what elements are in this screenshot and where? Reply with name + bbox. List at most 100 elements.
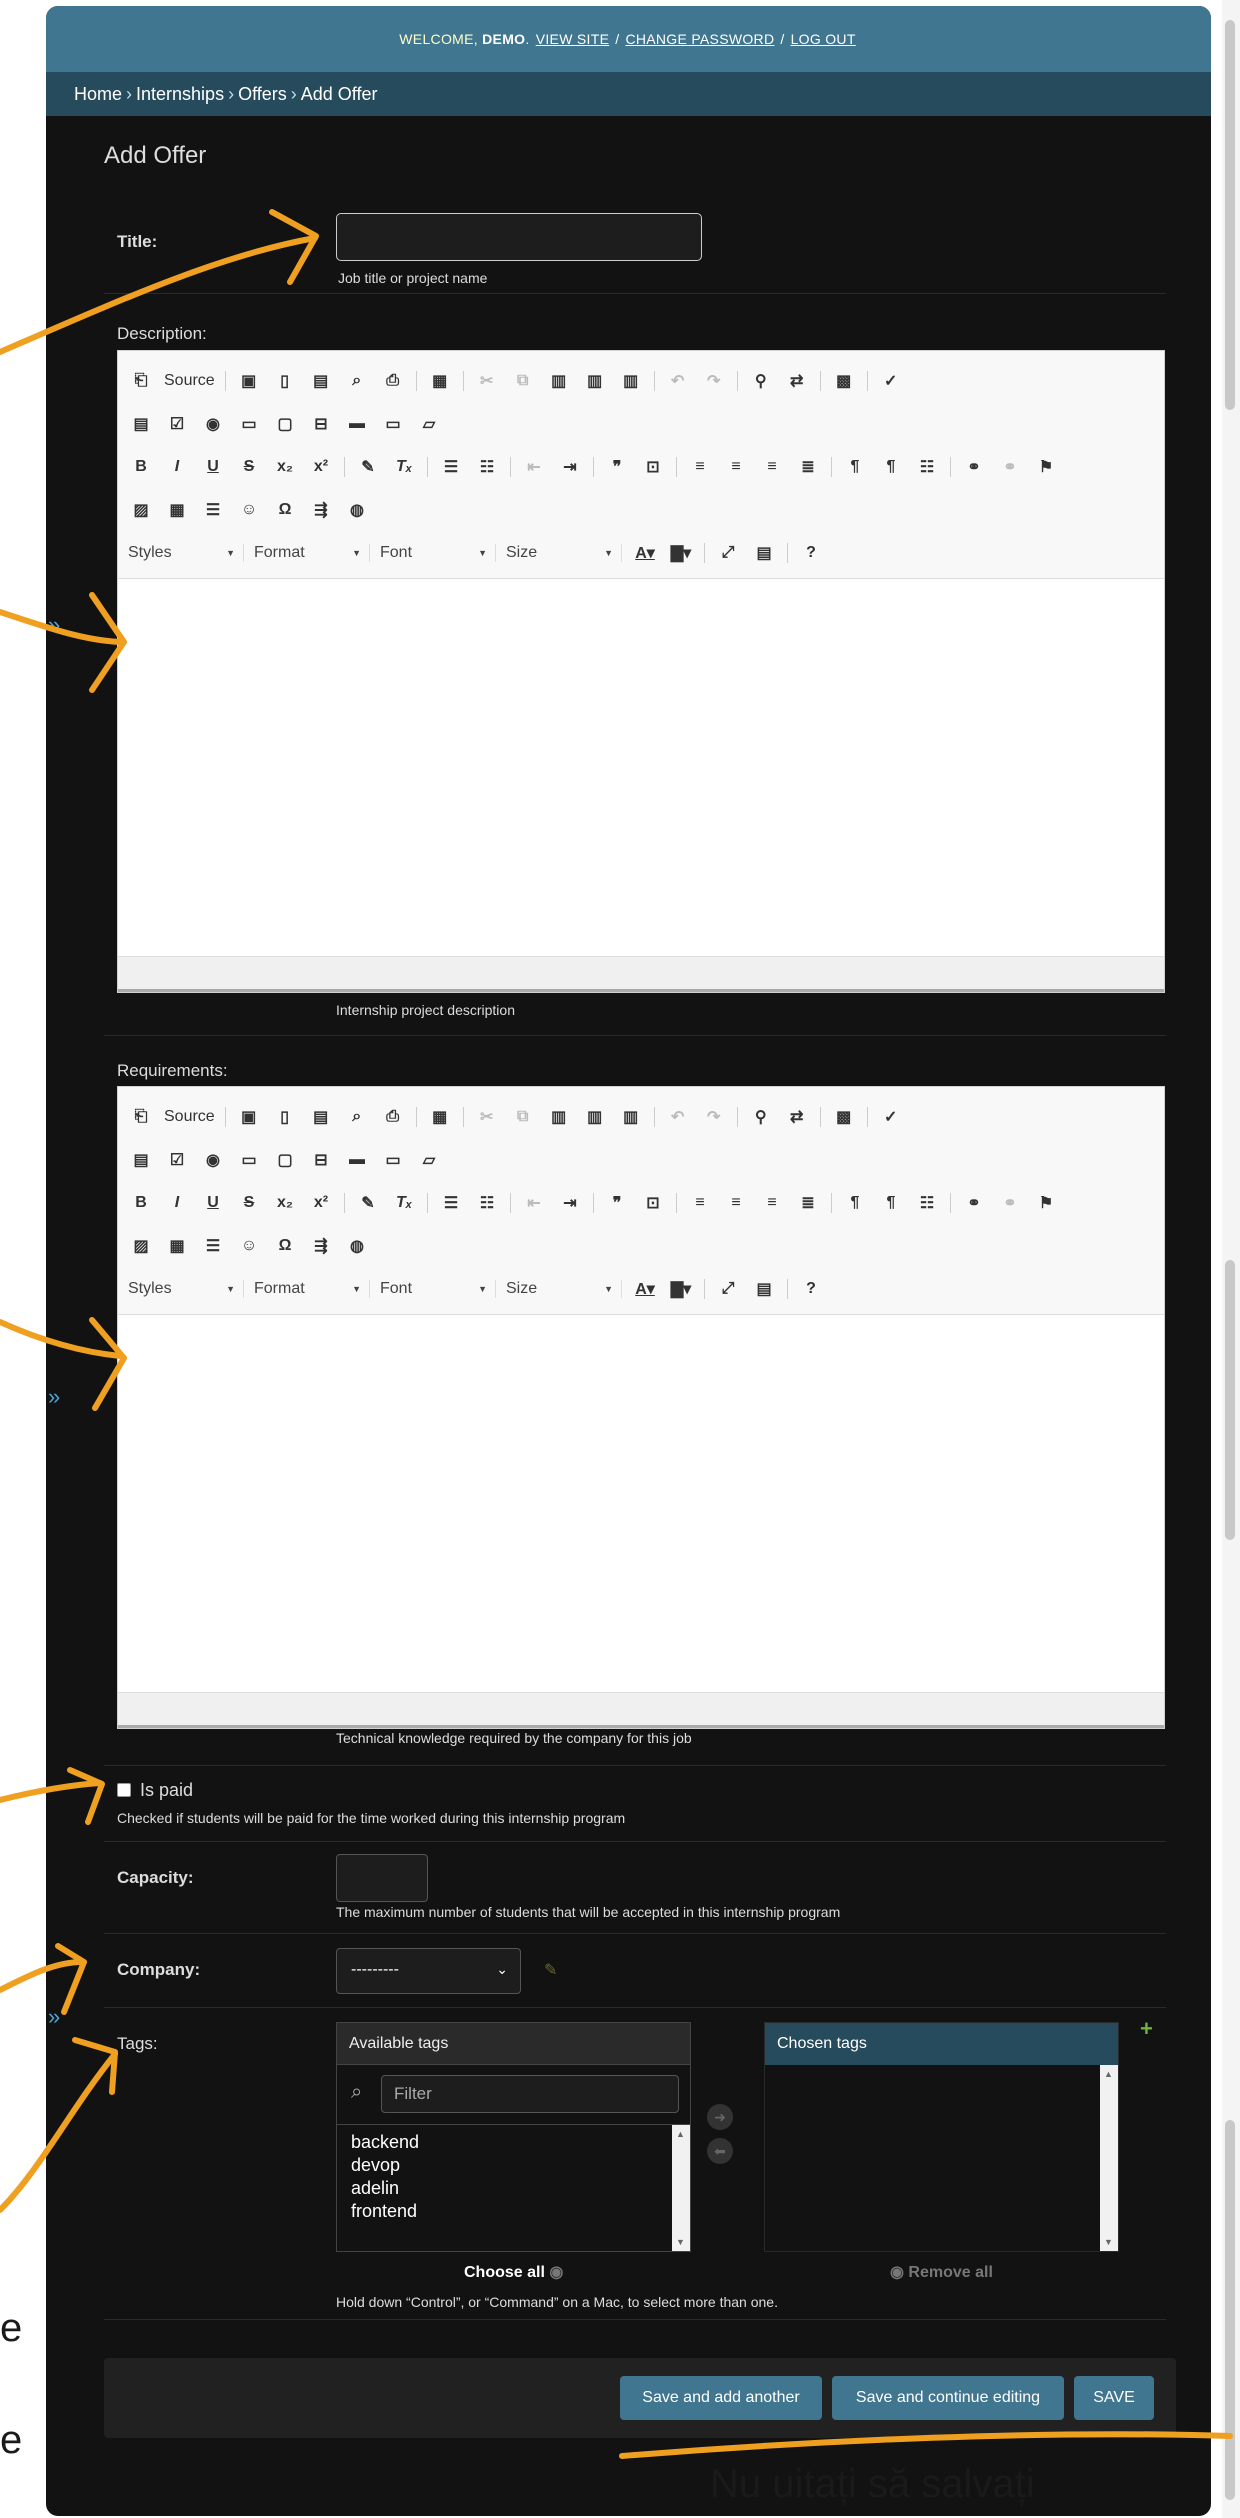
log-out-link[interactable]: LOG OUT (791, 31, 856, 47)
list-item[interactable]: adelin (337, 2177, 690, 2200)
requirements-content-area[interactable] (118, 1314, 1164, 1692)
page-scrollbar[interactable] (1222, 0, 1240, 2518)
list-item[interactable]: backend (337, 2131, 690, 2154)
spellcheck-icon[interactable]: ✓ (878, 370, 904, 392)
print-icon[interactable]: ⎙ (380, 1106, 406, 1128)
save-icon[interactable]: ▣ (236, 1106, 262, 1128)
outdent-icon[interactable]: ⇤ (521, 456, 547, 478)
styles-combo[interactable]: Styles ▼ (128, 543, 244, 562)
form-icon[interactable]: ▤ (128, 1149, 154, 1171)
company-select[interactable]: --------- ⌄ (336, 1948, 521, 1994)
paste-icon[interactable]: ▥ (546, 1106, 572, 1128)
select-field-icon[interactable]: ⊟ (308, 1149, 334, 1171)
anchor-flag-icon[interactable]: ⚑ (1033, 1192, 1059, 1214)
bulleted-list-icon[interactable]: ☷ (474, 456, 500, 478)
font-combo[interactable]: Font ▼ (380, 543, 496, 562)
special-char-icon[interactable]: Ω (272, 499, 298, 521)
styles-combo[interactable]: Styles ▼ (128, 1279, 244, 1298)
cut-icon[interactable]: ✂ (474, 1106, 500, 1128)
bulleted-list-icon[interactable]: ☷ (474, 1192, 500, 1214)
change-password-link[interactable]: CHANGE PASSWORD (625, 31, 774, 47)
button-field-icon[interactable]: ▬ (344, 413, 370, 435)
font-combo[interactable]: Font ▼ (380, 1279, 496, 1298)
iframe-icon[interactable]: ◍ (344, 499, 370, 521)
align-right-icon[interactable]: ≡ (759, 1192, 785, 1214)
size-combo[interactable]: Size ▼ (506, 543, 622, 562)
rtl-icon[interactable]: ¶ (878, 456, 904, 478)
image-button-icon[interactable]: ▭ (380, 1149, 406, 1171)
available-tags-scrollbar[interactable]: ▲ ▼ (672, 2125, 690, 2251)
radio-icon[interactable]: ◉ (200, 413, 226, 435)
language-icon[interactable]: ☷ (914, 1192, 940, 1214)
blockquote-icon[interactable]: ❞ (604, 456, 630, 478)
textarea-icon[interactable]: ▢ (272, 413, 298, 435)
align-center-icon[interactable]: ≡ (723, 456, 749, 478)
source-button[interactable]: Source (164, 372, 215, 390)
button-field-icon[interactable]: ▬ (344, 1149, 370, 1171)
underline-icon[interactable]: U (200, 1192, 226, 1214)
select-all-icon[interactable]: ▩ (831, 1106, 857, 1128)
save-continue-button[interactable]: Save and continue editing (832, 2376, 1064, 2420)
bold-icon[interactable]: B (128, 456, 154, 478)
special-char-icon[interactable]: Ω (272, 1235, 298, 1257)
chosen-tags-scrollbar[interactable]: ▲ ▼ (1100, 2065, 1118, 2251)
numbered-list-icon[interactable]: ☰ (438, 1192, 464, 1214)
copy-icon[interactable]: ⧉ (510, 1106, 536, 1128)
image-icon[interactable]: ▨ (128, 1235, 154, 1257)
source-icon[interactable]: ⎗ (128, 1106, 154, 1128)
find-icon[interactable]: ⚲ (748, 1106, 774, 1128)
page-break-icon[interactable]: ⇶ (308, 1235, 334, 1257)
templates-icon[interactable]: ▦ (427, 1106, 453, 1128)
unlink-icon[interactable]: ⚭ (997, 1192, 1023, 1214)
radio-icon[interactable]: ◉ (200, 1149, 226, 1171)
add-tag-arrow-icon[interactable]: ➜ (707, 2104, 733, 2130)
iframe-icon[interactable]: ◍ (344, 1235, 370, 1257)
remove-all-link[interactable]: ◉ Remove all (890, 2262, 993, 2282)
scrollbar-thumb[interactable] (1225, 20, 1235, 410)
table-icon[interactable]: ▦ (164, 499, 190, 521)
redo-icon[interactable]: ↷ (701, 370, 727, 392)
source-button[interactable]: Source (164, 1108, 215, 1126)
nav-toggle-icon[interactable]: » (48, 612, 60, 638)
paste-text-icon[interactable]: ▥ (582, 1106, 608, 1128)
link-icon[interactable]: ⚭ (961, 456, 987, 478)
view-site-link[interactable]: VIEW SITE (536, 31, 610, 47)
nav-toggle-icon[interactable]: » (48, 2004, 60, 2030)
size-combo[interactable]: Size ▼ (506, 1279, 622, 1298)
breadcrumb-offers[interactable]: Offers (238, 84, 287, 105)
textfield-icon[interactable]: ▭ (236, 1149, 262, 1171)
show-blocks-icon[interactable]: ▤ (751, 1278, 777, 1300)
format-combo[interactable]: Format ▼ (254, 1279, 370, 1298)
remove-format-icon[interactable]: Tₓ (391, 456, 417, 478)
nav-toggle-icon[interactable]: » (48, 1384, 60, 1410)
available-tags-list[interactable]: backend devop adelin frontend ▲ ▼ (337, 2125, 690, 2251)
smiley-icon[interactable]: ☺ (236, 499, 262, 521)
italic-icon[interactable]: I (164, 1192, 190, 1214)
div-icon[interactable]: ⊡ (640, 456, 666, 478)
breadcrumb-home[interactable]: Home (74, 84, 122, 105)
align-center-icon[interactable]: ≡ (723, 1192, 749, 1214)
scrollbar-thumb[interactable] (1225, 2120, 1235, 2500)
indent-icon[interactable]: ⇥ (557, 456, 583, 478)
help-icon[interactable]: ? (798, 542, 824, 564)
maximize-icon[interactable]: ⤢ (715, 542, 741, 564)
table-icon[interactable]: ▦ (164, 1235, 190, 1257)
save-icon[interactable]: ▣ (236, 370, 262, 392)
copy-icon[interactable]: ⧉ (510, 370, 536, 392)
format-combo[interactable]: Format ▼ (254, 543, 370, 562)
pdf-icon[interactable]: ▤ (308, 1106, 334, 1128)
select-all-icon[interactable]: ▩ (831, 370, 857, 392)
add-tag-plus-icon[interactable]: + (1140, 2016, 1153, 2042)
underline-icon[interactable]: U (200, 456, 226, 478)
preview-icon[interactable]: ⌕ (344, 1106, 370, 1128)
redo-icon[interactable]: ↷ (701, 1106, 727, 1128)
div-icon[interactable]: ⊡ (640, 1192, 666, 1214)
checkbox-icon[interactable]: ☑ (164, 1149, 190, 1171)
save-add-another-button[interactable]: Save and add another (620, 2376, 822, 2420)
description-content-area[interactable] (118, 578, 1164, 956)
paste-icon[interactable]: ▥ (546, 370, 572, 392)
chosen-tags-list[interactable]: ▲ ▼ (765, 2065, 1118, 2251)
undo-icon[interactable]: ↶ (665, 1106, 691, 1128)
new-page-icon[interactable]: ▯ (272, 1106, 298, 1128)
superscript-icon[interactable]: x² (308, 1192, 334, 1214)
